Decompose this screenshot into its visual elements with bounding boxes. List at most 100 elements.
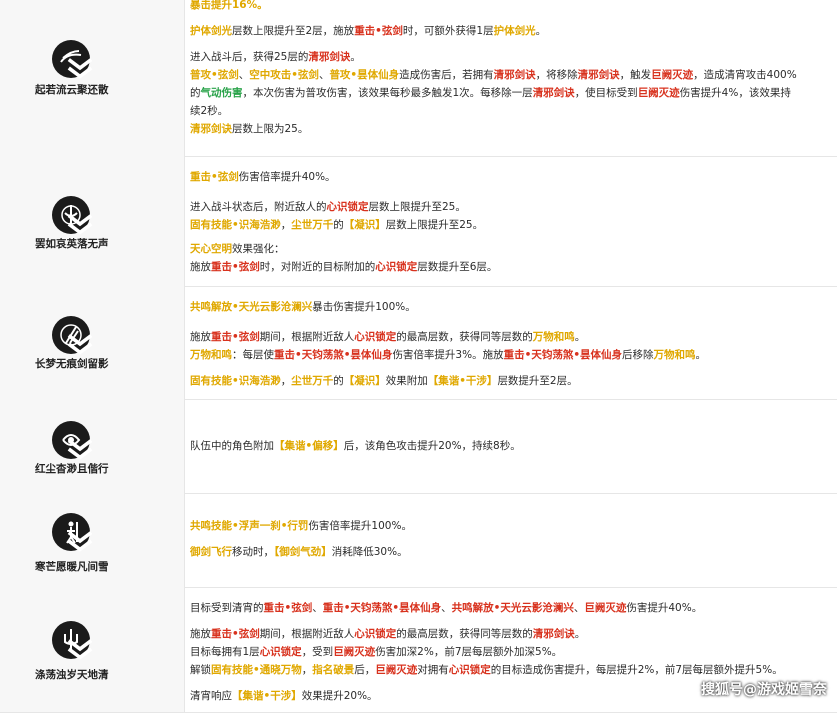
effect-line: 清邪剑诀层数上限为25。 xyxy=(190,122,308,137)
keyword-text: 普攻•弦剑 xyxy=(190,69,239,81)
keyword-text: 万物和鸣 xyxy=(653,349,696,361)
effect-line: 御剑飞行移动时，【御剑气劲】消耗降低30%。 xyxy=(190,545,408,560)
keyword-text: 清邪剑诀 xyxy=(577,69,620,81)
effect-text: 、 xyxy=(312,602,323,614)
effect-line: 施放重击•弦剑期间，根据附近敌人心识锁定的最高层数，获得同等层数的万物和鸣。 xyxy=(190,330,585,345)
keyword-text: 心识锁定 xyxy=(448,664,491,676)
effect-text: 。 xyxy=(695,349,707,361)
effect-line: 施放重击•弦剑期间，根据附近敌人心识锁定的最高层数，获得同等层数的清邪剑诀。 xyxy=(190,627,585,642)
keyword-text: 指名破景 xyxy=(312,664,355,676)
keyword-text: 重击•弦剑 xyxy=(211,628,260,640)
keyword-text: 共鸣解放•天光云影沧澜兴 xyxy=(451,602,574,614)
effect-text: 暴击伤害提升100%。 xyxy=(312,301,416,313)
chain-node-cell: 罢如哀英落无声 xyxy=(0,156,185,286)
chain-node-name: 起若流云聚还散 xyxy=(35,84,109,96)
effect-text: 对拥有 xyxy=(417,664,449,676)
effect-text: ：每层使 xyxy=(232,349,274,361)
effect-line: 天心空明效果强化： xyxy=(190,242,285,257)
keyword-text: 【集谐•干涉】 xyxy=(427,375,498,387)
chain-node-cell: 寒芒愿暖凡间雪 xyxy=(0,493,185,587)
chain-node-name: 寒芒愿暖凡间雪 xyxy=(35,561,109,573)
effect-text: 层数上限提升至25。 xyxy=(368,201,466,213)
effect-text: 、 xyxy=(573,602,585,614)
effect-text: 层数上限提升至25。 xyxy=(385,219,484,231)
effect-line: 的气动伤害，本次伤害为普攻伤害，该效果每秒最多触发1次。每移除一层清邪剑诀，使目… xyxy=(190,86,791,101)
keyword-text: 护体剑光 xyxy=(190,25,232,37)
keyword-text: 尘世万千 xyxy=(291,375,334,387)
effect-text: 。 xyxy=(574,331,586,343)
effect-text: 、 xyxy=(441,602,452,614)
chain-row: 起若流云聚还散 暴击提升16%。 护体剑光层数上限提升至2层，施放重击•弦剑时，可额… xyxy=(0,0,837,157)
effect-line: 暴击提升16%。 xyxy=(190,0,268,13)
effect-text: 的最高层数，获得同等层数的 xyxy=(396,628,533,640)
effect-text: 后移除 xyxy=(622,349,654,361)
effect-text: ，造成清宵攻击400% xyxy=(693,69,797,81)
effect-text: 时，可额外获得1层 xyxy=(402,25,494,37)
chain-node-name: 长梦无痕剑留影 xyxy=(35,358,109,370)
effect-text: 期间，根据附近敌人 xyxy=(259,628,355,640)
keyword-text: 心识锁定 xyxy=(326,201,369,213)
chain-node-cell: 涤荡浊岁天地清 xyxy=(0,587,185,712)
keyword-text: 巨阙灭迹 xyxy=(333,646,376,658)
effect-line: 护体剑光层数上限提升至2层，施放重击•弦剑时，可额外获得1层护体剑光。 xyxy=(190,24,546,39)
keyword-text: 重击•天钧荡煞•昙体仙身 xyxy=(503,349,623,361)
keyword-text: 普攻•昙体仙身 xyxy=(329,69,400,81)
effect-text: 效果附加 xyxy=(385,375,428,387)
effect-line: 重击•弦剑伤害倍率提升40%。 xyxy=(190,170,336,185)
keyword-text: 气动伤害 xyxy=(200,87,243,99)
keyword-text: 【凝识】 xyxy=(343,375,386,387)
effect-text: 、 xyxy=(238,69,250,81)
keyword-text: 重击•弦剑 xyxy=(190,171,239,183)
keyword-text: 清邪剑诀 xyxy=(190,123,232,135)
effect-text: 。 xyxy=(535,25,547,37)
chain-node-name: 罢如哀英落无声 xyxy=(35,238,109,250)
keyword-text: 重击•天钧荡煞•昙体仙身 xyxy=(274,349,393,361)
effect-line: 进入战斗状态后，附近敌人的心识锁定层数上限提升至25。 xyxy=(190,200,466,215)
chain-node-cell: 长梦无痕剑留影 xyxy=(0,286,185,399)
effect-text: 造成伤害后，若拥有 xyxy=(399,69,494,81)
effect-text: 层数提升至2层。 xyxy=(497,375,578,387)
keyword-text: 空中攻击•弦剑 xyxy=(249,69,319,81)
effect-text: 伤害提升4%，该效果持 xyxy=(679,87,791,99)
effect-text: 的最高层数，获得同等层数的 xyxy=(396,331,533,343)
keyword-text: 重击•弦剑 xyxy=(263,602,313,614)
effect-text: 目标每拥有1层 xyxy=(190,646,260,658)
keyword-text: 固有技能•通晓万物 xyxy=(211,664,302,676)
effect-text: 施放 xyxy=(190,331,211,343)
sword-shadow-icon xyxy=(52,316,93,355)
effect-text: 伤害倍率提升3%。施放 xyxy=(392,349,504,361)
watermark: 搜狐号@游戏姬雪奈 xyxy=(701,682,827,698)
keyword-text: 天心空明 xyxy=(190,243,232,255)
chain-row: 长梦无痕剑留影 共鸣解放•天光云影沧澜兴暴击伤害提升100%。施放重击•弦剑期间，… xyxy=(0,286,837,400)
keyword-text: 巨阙灭迹 xyxy=(375,664,418,676)
effect-text: ， xyxy=(301,664,313,676)
effect-line: 队伍中的角色附加【集谐•偏移】后，该角色攻击提升20%，持续8秒。 xyxy=(190,439,521,454)
keyword-text: 清邪剑诀 xyxy=(532,628,575,640)
effect-text: 。 xyxy=(350,51,361,63)
keyword-text: 【御剑气劲】 xyxy=(274,546,332,558)
effect-text: ，触发 xyxy=(619,69,652,81)
keyword-text: 清邪剑诀 xyxy=(493,69,536,81)
effect-text: 施放 xyxy=(190,261,211,273)
keyword-text: 清邪剑诀 xyxy=(532,87,575,99)
keyword-text: 心识锁定 xyxy=(259,646,302,658)
effect-line: 共鸣解放•天光云影沧澜兴暴击伤害提升100%。 xyxy=(190,300,416,315)
trident-sword-icon xyxy=(52,621,93,660)
keyword-text: 共鸣解放•天光云影沧澜兴 xyxy=(190,301,313,313)
chain-node-name: 红尘杳渺且偕行 xyxy=(35,463,109,475)
effect-line: 固有技能•识海浩渺，尘世万千的【凝识】层数上限提升至25。 xyxy=(190,218,483,233)
effect-text: ，将移除 xyxy=(535,69,578,81)
chain-row: 罢如哀英落无声 重击•弦剑伤害倍率提升40%。 进入战斗状态后，附近敌人的心识锁定层… xyxy=(0,156,837,287)
effect-text: 移动时， xyxy=(232,546,274,558)
effect-text: 伤害提升40%。 xyxy=(626,602,703,614)
effect-text: 效果提升20%。 xyxy=(301,690,378,702)
effect-text: 伤害倍率提升100%。 xyxy=(308,520,412,532)
effect-text: 的 xyxy=(333,375,344,387)
effect-line: 进入战斗后，获得25层的清邪剑诀。 xyxy=(190,50,361,65)
effect-text: 目标受到清宵的 xyxy=(190,602,264,614)
effect-line: 目标受到清宵的重击•弦剑、重击•天钧荡煞•昙体仙身、共鸣解放•天光云影沧澜兴、巨… xyxy=(190,601,702,616)
effect-text: 进入战斗状态后，附近敌人的 xyxy=(190,201,327,213)
effect-text: 。 xyxy=(574,628,586,640)
effect-text: ， xyxy=(280,375,292,387)
effect-line: 清宵响应【集谐•干涉】效果提升20%。 xyxy=(190,689,378,704)
